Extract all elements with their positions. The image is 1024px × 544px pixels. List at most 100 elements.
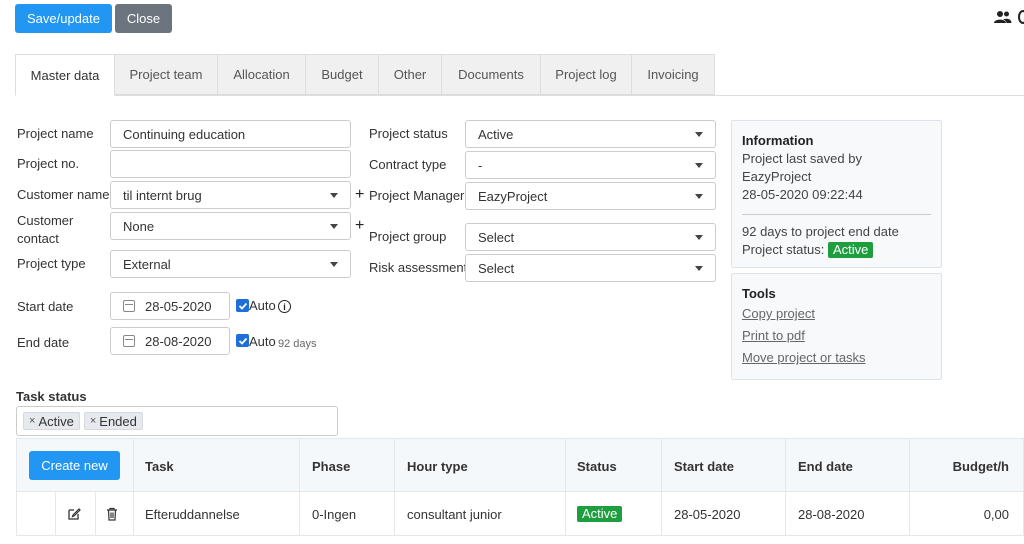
info-saved-time: 28-05-2020 09:22:44: [742, 187, 863, 202]
status-badge: Active: [828, 242, 874, 258]
tools-panel: Tools Copy project Print to pdf Move pro…: [731, 273, 942, 380]
tab-documents[interactable]: Documents: [442, 54, 541, 95]
create-new-button[interactable]: Create new: [29, 451, 120, 480]
information-title: Information: [742, 133, 814, 148]
add-contact-icon[interactable]: +: [355, 218, 364, 234]
add-customer-icon[interactable]: +: [355, 187, 364, 203]
cell-phase: 0-Ingen: [312, 506, 357, 522]
task-status-label: Task status: [16, 389, 87, 404]
col-divider: [95, 492, 96, 536]
customer-contact-label-1: Customer: [17, 213, 74, 228]
save-update-button[interactable]: Save/update: [15, 4, 112, 33]
cell-task[interactable]: Efteruddannelse: [145, 492, 240, 536]
header-end-date[interactable]: End date: [798, 439, 853, 493]
table-row: Efteruddannelse 0-Ingen consultant junio…: [16, 492, 1024, 536]
header-budget[interactable]: Budget/h: [953, 439, 1009, 493]
tab-master-data[interactable]: Master data: [15, 54, 115, 96]
contract-type-value: -: [478, 157, 483, 173]
project-manager-label: Project Manager: [369, 188, 465, 203]
tools-title: Tools: [742, 286, 776, 301]
start-date-input[interactable]: 28-05-2020: [110, 292, 230, 320]
risk-assessment-value: Select: [478, 260, 515, 276]
project-group-label: Project group: [369, 229, 447, 244]
contract-type-select[interactable]: -: [465, 151, 716, 179]
customer-contact-select[interactable]: None: [110, 212, 351, 240]
col-divider: [299, 492, 300, 536]
help-icon[interactable]: [1018, 10, 1024, 24]
project-name-value: Continuing education: [123, 126, 246, 142]
calendar-icon: [123, 300, 135, 312]
col-divider: [299, 439, 300, 493]
header-phase[interactable]: Phase: [312, 439, 350, 493]
info-divider: [742, 214, 931, 215]
end-date-value: 28-08-2020: [145, 333, 212, 349]
start-auto-checkbox[interactable]: [236, 299, 249, 312]
edit-icon[interactable]: [67, 492, 81, 536]
tab-invoicing[interactable]: Invoicing: [632, 54, 715, 95]
remove-tag-icon[interactable]: ×: [90, 415, 96, 427]
project-group-select[interactable]: Select: [465, 223, 716, 251]
task-status-multiselect[interactable]: × Active × Ended: [16, 406, 338, 436]
project-type-select[interactable]: External: [110, 250, 351, 278]
days-count: 92 days: [278, 338, 317, 350]
tab-bar: Master data Project team Allocation Budg…: [15, 54, 715, 96]
customer-name-value: til internt brug: [123, 187, 202, 203]
project-no-input[interactable]: [110, 150, 351, 178]
col-divider: [661, 439, 662, 493]
info-status-label: Project status:: [742, 242, 825, 257]
tab-project-team[interactable]: Project team: [115, 54, 218, 95]
close-button[interactable]: Close: [115, 4, 172, 33]
col-divider: [394, 492, 395, 536]
remove-tag-icon[interactable]: ×: [29, 415, 35, 427]
risk-assessment-label: Risk assessment: [369, 260, 468, 275]
copy-project-link[interactable]: Copy project: [742, 303, 931, 325]
tag-active: × Active: [23, 412, 80, 430]
header-task[interactable]: Task: [145, 439, 174, 493]
tab-budget[interactable]: Budget: [306, 54, 379, 95]
cell-hour-type: consultant junior: [407, 506, 502, 522]
project-name-input[interactable]: Continuing education: [110, 120, 351, 148]
cell-start-date: 28-05-2020: [674, 506, 741, 522]
print-pdf-link[interactable]: Print to pdf: [742, 325, 931, 347]
col-divider: [785, 439, 786, 493]
header-hour-type[interactable]: Hour type: [407, 439, 468, 493]
tab-allocation[interactable]: Allocation: [218, 54, 306, 95]
col-divider: [133, 492, 134, 536]
col-divider: [909, 439, 910, 493]
tag-ended: × Ended: [83, 412, 143, 430]
trash-icon[interactable]: [106, 492, 118, 536]
header-start-date[interactable]: Start date: [674, 439, 734, 493]
col-divider: [133, 439, 134, 493]
tab-project-log[interactable]: Project log: [541, 54, 632, 95]
risk-assessment-select[interactable]: Select: [465, 254, 716, 282]
customer-contact-label-2: contact: [17, 231, 59, 246]
start-date-value: 28-05-2020: [145, 298, 212, 314]
project-manager-value: EazyProject: [478, 188, 548, 204]
project-status-select[interactable]: Active: [465, 120, 716, 148]
end-auto-checkbox[interactable]: [236, 334, 249, 347]
end-date-input[interactable]: 28-08-2020: [110, 327, 230, 355]
tag-label: Ended: [99, 413, 137, 429]
project-no-label: Project no.: [17, 156, 80, 171]
start-date-label: Start date: [17, 299, 74, 314]
project-manager-select[interactable]: EazyProject: [465, 182, 716, 210]
info-icon[interactable]: i: [278, 300, 291, 313]
end-auto-label: Auto: [249, 334, 276, 349]
col-divider: [565, 439, 566, 493]
project-group-value: Select: [478, 229, 515, 245]
calendar-icon: [123, 335, 135, 347]
move-project-link[interactable]: Move project or tasks: [742, 347, 931, 369]
project-name-label: Project name: [17, 126, 94, 141]
col-divider: [394, 439, 395, 493]
tab-other[interactable]: Other: [379, 54, 442, 95]
header-status[interactable]: Status: [577, 439, 617, 493]
info-saved-user: EazyProject: [742, 169, 812, 184]
cell-budget: 0,00: [983, 506, 1009, 522]
users-icon[interactable]: [994, 10, 1012, 24]
col-divider: [55, 492, 56, 536]
info-saved-by: Project last saved by: [742, 151, 862, 166]
project-status-label: Project status: [369, 126, 448, 141]
project-type-label: Project type: [17, 256, 86, 271]
project-status-value: Active: [478, 126, 514, 142]
customer-name-select[interactable]: til internt brug: [110, 181, 351, 209]
